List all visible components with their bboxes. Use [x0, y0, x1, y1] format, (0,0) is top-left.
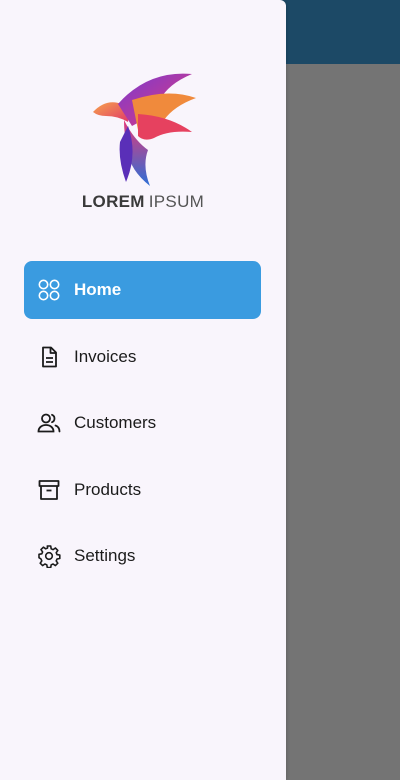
nav-item-invoices[interactable]: Invoices: [24, 328, 261, 386]
nav-label-products: Products: [74, 479, 142, 499]
gear-icon: [37, 544, 61, 568]
archive-box-icon: [37, 478, 61, 502]
brand-word-1: LOREM: [81, 192, 145, 211]
nav-item-home[interactable]: Home: [24, 261, 261, 319]
brand-word-2: IPSUM: [148, 192, 205, 211]
nav-item-customers[interactable]: Customers: [24, 394, 261, 452]
brand-wordmark: LOREM IPSUM: [0, 192, 286, 212]
navigation-drawer: LOREM IPSUM Home Invoices Customers Prod…: [0, 0, 286, 780]
grid-icon: [37, 278, 61, 302]
nav-label-customers: Customers: [74, 413, 157, 432]
nav-label-invoices: Invoices: [74, 346, 137, 366]
nav-label-settings: Settings: [74, 546, 136, 565]
bird-logo-icon: [93, 73, 196, 186]
users-icon: [37, 411, 61, 435]
nav-item-products[interactable]: Products: [24, 461, 261, 519]
drawer-nav: Home Invoices Customers Products Setting…: [24, 261, 261, 594]
nav-item-settings[interactable]: Settings: [24, 527, 261, 585]
nav-label-home: Home: [74, 280, 122, 299]
brand-logo: LOREM IPSUM: [0, 62, 286, 222]
document-icon: [37, 345, 61, 369]
